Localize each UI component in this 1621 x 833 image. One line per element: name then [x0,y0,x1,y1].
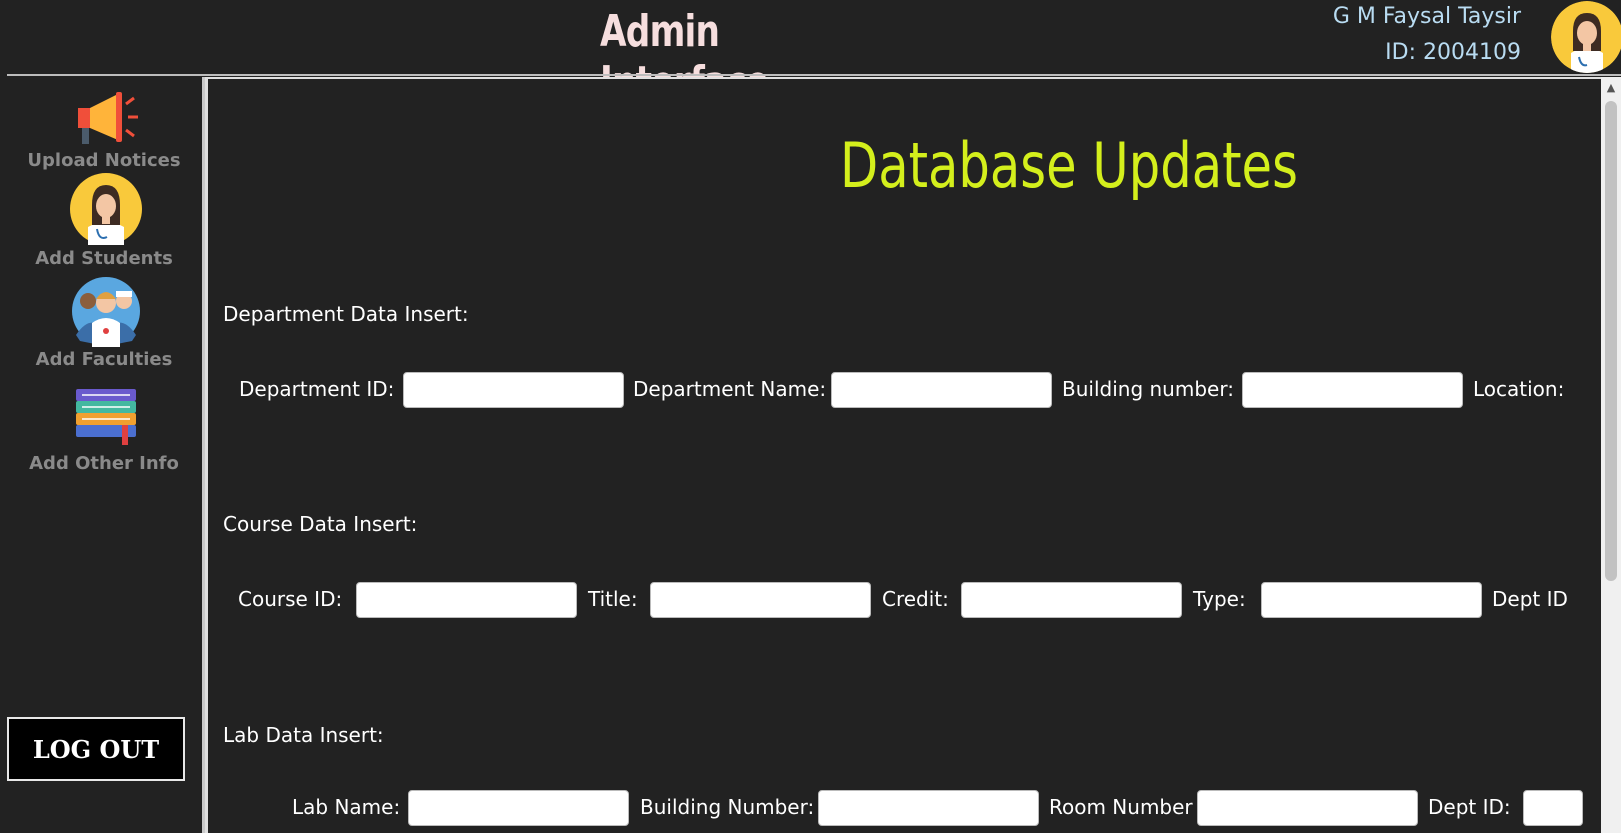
user-id: ID: 2004109 [1385,40,1521,65]
room-number-input[interactable] [1197,790,1418,826]
sidebar-item-add-faculties[interactable]: Add Faculties [0,275,208,375]
sidebar-item-label: Upload Notices [27,150,181,171]
course-title-label: Title: [588,587,638,611]
top-bar: Admin Interface G M Faysal Taysir ID: 20… [0,0,1621,108]
department-section-title: Department Data Insert: [223,302,469,326]
room-number-label: Room Number [1049,795,1193,819]
sidebar-item-label: Add Other Info [29,453,179,474]
sidebar-item-label: Add Faculties [35,349,173,370]
lab-building-number-input[interactable] [818,790,1039,826]
lab-name-input[interactable] [408,790,629,826]
scroll-up-arrow-icon[interactable]: ▲ [1601,77,1621,97]
building-number-label: Building number: [1062,377,1234,401]
user-name: G M Faysal Taysir [1332,4,1521,29]
department-id-label: Department ID: [239,377,395,401]
course-id-label: Course ID: [238,587,343,611]
lab-building-number-label: Building Number: [640,795,815,819]
user-avatar[interactable] [1551,1,1621,73]
course-section-title: Course Data Insert: [223,512,418,536]
credit-label: Credit: [882,587,949,611]
sidebar: Upload Notices Add Students Add Facultie… [0,77,200,833]
course-dept-id-label: Dept ID [1492,587,1568,611]
vertical-scrollbar[interactable]: ▲ [1601,77,1621,833]
megaphone-icon [78,92,138,144]
location-label: Location: [1473,377,1565,401]
department-name-label: Department Name: [633,377,827,401]
sidebar-item-upload-notices[interactable]: Upload Notices [0,82,208,182]
lab-name-label: Lab Name: [292,795,401,819]
type-label: Type: [1193,587,1246,611]
lab-dept-id-label: Dept ID: [1428,795,1511,819]
page-title: Database Updates [840,129,1298,202]
department-id-input[interactable] [403,372,624,408]
student-avatar-icon [70,173,142,245]
header-divider [7,74,1621,76]
books-icon [76,389,136,445]
doctor-avatar-icon [1551,1,1621,73]
course-title-input[interactable] [650,582,871,618]
lab-section-title: Lab Data Insert: [223,723,384,747]
department-name-input[interactable] [831,372,1052,408]
sidebar-item-add-other-info[interactable]: Add Other Info [0,377,208,477]
main-content[interactable]: Database Updates Department Data Insert:… [205,77,1601,833]
lab-dept-id-input[interactable] [1523,790,1583,826]
logout-button[interactable]: LOG OUT [7,717,185,781]
sidebar-item-label: Add Students [35,248,173,269]
sidebar-item-add-students[interactable]: Add Students [0,173,208,273]
course-id-input[interactable] [356,582,577,618]
credit-input[interactable] [961,582,1182,618]
scroll-thumb[interactable] [1605,101,1617,581]
building-number-input[interactable] [1242,372,1463,408]
type-input[interactable] [1261,582,1482,618]
faculty-group-icon [72,277,140,347]
